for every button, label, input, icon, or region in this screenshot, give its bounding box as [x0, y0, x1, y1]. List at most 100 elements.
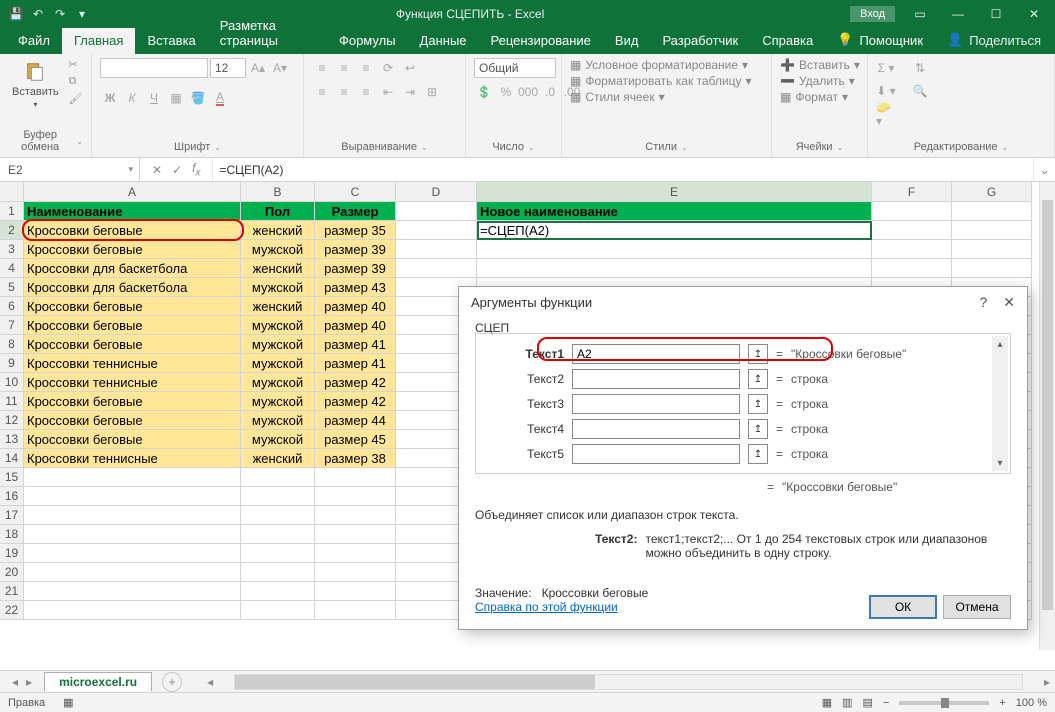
tab-home[interactable]: Главная [62, 28, 135, 54]
cell[interactable] [315, 563, 396, 582]
cell[interactable] [241, 582, 315, 601]
cell[interactable]: Кроссовки беговые [24, 335, 241, 354]
number-format-select[interactable] [474, 58, 556, 78]
clear-icon[interactable]: 🧽 ▾ [876, 104, 896, 124]
range-selector-icon[interactable]: ↥ [748, 394, 768, 414]
conditional-format-button[interactable]: ▦Условное форматирование ▾ [570, 58, 748, 72]
cell[interactable] [241, 525, 315, 544]
tab-review[interactable]: Рецензирование [479, 28, 603, 54]
cell[interactable]: Кроссовки беговые [24, 411, 241, 430]
percent-icon[interactable]: % [496, 82, 516, 102]
cell[interactable] [396, 259, 477, 278]
cell[interactable]: Кроссовки для баскетбола [24, 259, 241, 278]
cell[interactable] [24, 563, 241, 582]
cell[interactable] [952, 240, 1032, 259]
cell[interactable]: размер 45 [315, 430, 396, 449]
cell[interactable] [241, 563, 315, 582]
cell[interactable]: мужской [241, 240, 315, 259]
cell[interactable]: женский [241, 259, 315, 278]
wrap-icon[interactable]: ↩ [400, 58, 420, 78]
fill-icon[interactable]: ⬇ ▾ [876, 81, 896, 101]
cell[interactable]: женский [241, 221, 315, 240]
cell[interactable]: мужской [241, 392, 315, 411]
cell[interactable] [24, 468, 241, 487]
cell[interactable] [24, 544, 241, 563]
cell[interactable]: женский [241, 297, 315, 316]
copy-icon[interactable]: ⧉ [69, 75, 85, 89]
cell[interactable] [24, 487, 241, 506]
qat-customize-icon[interactable]: ▾ [74, 6, 90, 22]
dialog-close-icon[interactable]: ✕ [1003, 294, 1015, 311]
col-head-C[interactable]: C [315, 182, 396, 202]
cell[interactable]: размер 38 [315, 449, 396, 468]
cell[interactable] [241, 468, 315, 487]
range-selector-icon[interactable]: ↥ [748, 344, 768, 364]
cell[interactable]: =СЦЕП(A2) [477, 221, 872, 240]
maximize-icon[interactable]: ☐ [983, 4, 1009, 24]
cell[interactable]: размер 42 [315, 373, 396, 392]
save-icon[interactable]: 💾 [8, 6, 24, 22]
cell-styles-button[interactable]: ▦Стили ячеек ▾ [570, 90, 665, 104]
arg-input-1[interactable] [572, 344, 740, 364]
add-sheet-button[interactable]: + [162, 672, 182, 692]
dialog-help-icon[interactable]: ? [979, 294, 987, 311]
increase-font-icon[interactable]: A▴ [248, 58, 268, 78]
align-left-icon[interactable]: ≡ [312, 82, 332, 102]
cell[interactable]: Размер [315, 202, 396, 221]
font-family-select[interactable] [100, 58, 208, 78]
format-painter-icon[interactable]: 🖌 [69, 92, 85, 106]
zoom-slider[interactable] [899, 701, 989, 705]
cell[interactable] [241, 601, 315, 620]
cell[interactable] [315, 544, 396, 563]
row-head-7[interactable]: 7 [0, 316, 24, 335]
redo-icon[interactable]: ↷ [52, 6, 68, 22]
row-head-11[interactable]: 11 [0, 392, 24, 411]
dialog-help-link[interactable]: Справка по этой функции [475, 600, 618, 614]
row-head-14[interactable]: 14 [0, 449, 24, 468]
col-head-D[interactable]: D [396, 182, 477, 202]
row-head-19[interactable]: 19 [0, 544, 24, 563]
cell[interactable]: мужской [241, 430, 315, 449]
col-head-F[interactable]: F [872, 182, 952, 202]
cell[interactable] [315, 525, 396, 544]
sort-filter-icon[interactable]: ⇅ [910, 58, 930, 78]
row-head-4[interactable]: 4 [0, 259, 24, 278]
macro-record-icon[interactable]: ▦ [63, 696, 73, 709]
dialog-cancel-button[interactable]: Отмена [943, 595, 1011, 619]
cell[interactable] [315, 468, 396, 487]
align-middle-icon[interactable]: ≡ [334, 58, 354, 78]
bold-button[interactable]: Ж [100, 88, 120, 108]
row-head-20[interactable]: 20 [0, 563, 24, 582]
cell[interactable] [315, 582, 396, 601]
dialog-ok-button[interactable]: ОК [869, 595, 937, 619]
tab-tellme[interactable]: 💡Помощник [825, 27, 935, 54]
tab-view[interactable]: Вид [603, 28, 651, 54]
cell[interactable]: Кроссовки беговые [24, 392, 241, 411]
row-head-18[interactable]: 18 [0, 525, 24, 544]
fill-color-icon[interactable]: 🪣 [188, 88, 208, 108]
zoom-out-icon[interactable]: − [883, 697, 889, 709]
row-head-10[interactable]: 10 [0, 373, 24, 392]
row-head-3[interactable]: 3 [0, 240, 24, 259]
cell[interactable]: Наименование [24, 202, 241, 221]
cell[interactable] [315, 601, 396, 620]
cell[interactable] [241, 487, 315, 506]
cell[interactable] [241, 544, 315, 563]
vertical-scrollbar[interactable] [1039, 182, 1055, 650]
currency-icon[interactable]: 💲 [474, 82, 494, 102]
confirm-formula-icon[interactable]: ✓ [172, 163, 182, 177]
tab-file[interactable]: Файл [6, 28, 62, 54]
row-head-15[interactable]: 15 [0, 468, 24, 487]
find-icon[interactable]: 🔍 [910, 81, 930, 101]
range-selector-icon[interactable]: ↥ [748, 419, 768, 439]
arg-input-4[interactable] [572, 419, 740, 439]
cell[interactable]: Кроссовки беговые [24, 240, 241, 259]
minimize-icon[interactable]: — [945, 4, 971, 24]
cell[interactable]: Кроссовки теннисные [24, 449, 241, 468]
delete-cells-button[interactable]: ➖Удалить ▾ [780, 74, 855, 88]
indent-dec-icon[interactable]: ⇤ [378, 82, 398, 102]
autosum-icon[interactable]: Σ ▾ [876, 58, 896, 78]
border-icon[interactable]: ▦ [166, 88, 186, 108]
cell[interactable] [477, 259, 872, 278]
args-scrollbar[interactable]: ▴▾ [992, 336, 1008, 471]
